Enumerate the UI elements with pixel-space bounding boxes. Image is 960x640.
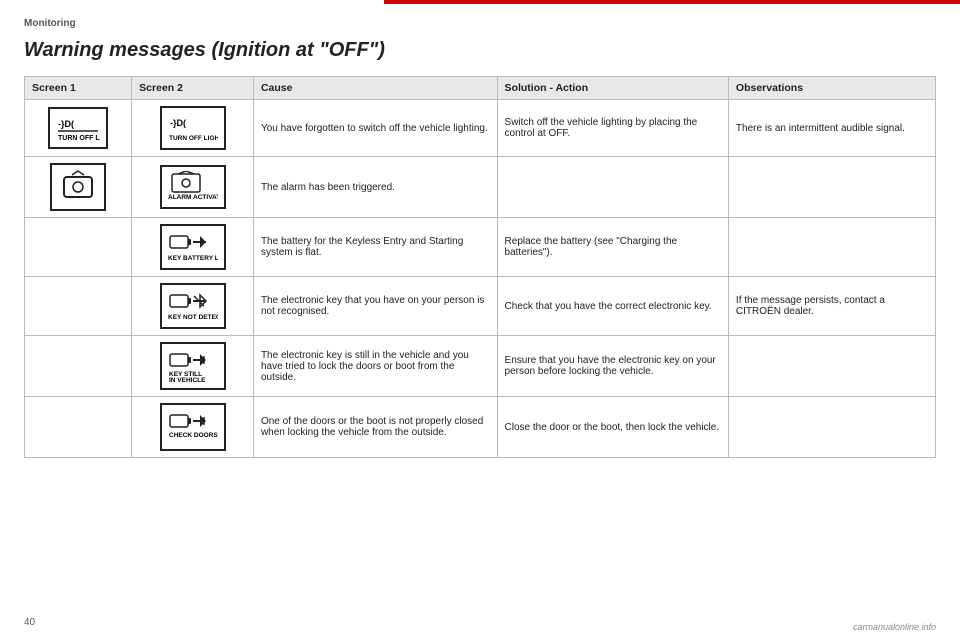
screen2-icon-box: -}D( TURN OFF LIGHTS bbox=[160, 106, 226, 150]
page-title: Warning messages (Ignition at "OFF") bbox=[24, 39, 936, 62]
screen1-icon-box bbox=[50, 163, 106, 211]
svg-text:KEY NOT DETECTED: KEY NOT DETECTED bbox=[168, 314, 218, 321]
cause-cell: The alarm has been triggered. bbox=[253, 157, 497, 218]
solution-cell: Replace the battery (see "Charging the b… bbox=[497, 218, 728, 277]
cause-cell: The electronic key is still in the vehic… bbox=[253, 336, 497, 397]
screen2-icon-box: ALARM ACTIVATING bbox=[160, 165, 226, 209]
solution-cell: Switch off the vehicle lighting by placi… bbox=[497, 100, 728, 157]
section-title: Monitoring bbox=[24, 18, 936, 29]
solution-cell: Ensure that you have the electronic key … bbox=[497, 336, 728, 397]
table-row: KEY STILL IN VEHICLE The electronic key … bbox=[25, 336, 936, 397]
watermark: carmanualonline.info bbox=[853, 622, 936, 632]
solution-cell: Close the door or the boot, then lock th… bbox=[497, 397, 728, 458]
observations-cell bbox=[728, 336, 935, 397]
observations-cell: There is an intermittent audible signal. bbox=[728, 100, 935, 157]
screen2-cell: ALARM ACTIVATING bbox=[132, 157, 254, 218]
screen1-cell bbox=[25, 397, 132, 458]
solution-cell: Check that you have the correct electron… bbox=[497, 277, 728, 336]
svg-text:ALARM ACTIVATING: ALARM ACTIVATING bbox=[168, 194, 218, 201]
svg-text:TURN OFF LIGHTS: TURN OFF LIGHTS bbox=[169, 135, 218, 142]
table-row: -}D( TURN OFF LIGHTS -}D( TURN OFF LIGHT… bbox=[25, 100, 936, 157]
screen1-icon-box: -}D( TURN OFF LIGHTS bbox=[48, 107, 108, 149]
svg-text:IN VEHICLE: IN VEHICLE bbox=[169, 377, 206, 382]
screen2-cell: KEY NOT DETECTED bbox=[132, 277, 254, 336]
screen2-icon-box: CHECK DOORS bbox=[160, 403, 226, 451]
screen2-cell: -}D( TURN OFF LIGHTS bbox=[132, 100, 254, 157]
table-row: KEY NOT DETECTED The electronic key that… bbox=[25, 277, 936, 336]
col-observations: Observations bbox=[728, 77, 935, 100]
table-row: ALARM ACTIVATING The alarm has been trig… bbox=[25, 157, 936, 218]
page-number: 40 bbox=[24, 617, 35, 628]
table-row: CHECK DOORS One of the doors or the boot… bbox=[25, 397, 936, 458]
screen2-cell: CHECK DOORS bbox=[132, 397, 254, 458]
screen2-icon-box: KEY BATTERY LOW bbox=[160, 224, 226, 270]
screen1-cell bbox=[25, 336, 132, 397]
observations-cell bbox=[728, 157, 935, 218]
svg-text:CHECK DOORS: CHECK DOORS bbox=[169, 432, 218, 439]
solution-cell bbox=[497, 157, 728, 218]
top-bar bbox=[384, 0, 960, 4]
table-row: KEY BATTERY LOW The battery for the Keyl… bbox=[25, 218, 936, 277]
cause-cell: The battery for the Keyless Entry and St… bbox=[253, 218, 497, 277]
col-cause: Cause bbox=[253, 77, 497, 100]
screen2-icon-box: KEY STILL IN VEHICLE bbox=[160, 342, 226, 390]
warning-table: Screen 1 Screen 2 Cause Solution - Actio… bbox=[24, 76, 936, 458]
screen1-cell: -}D( TURN OFF LIGHTS bbox=[25, 100, 132, 157]
observations-cell bbox=[728, 218, 935, 277]
col-screen1: Screen 1 bbox=[25, 77, 132, 100]
cause-cell: One of the doors or the boot is not prop… bbox=[253, 397, 497, 458]
col-solution: Solution - Action bbox=[497, 77, 728, 100]
screen2-icon-box: KEY NOT DETECTED bbox=[160, 283, 226, 329]
cause-cell: The electronic key that you have on your… bbox=[253, 277, 497, 336]
observations-cell: If the message persists, contact a CITRO… bbox=[728, 277, 935, 336]
cause-cell: You have forgotten to switch off the veh… bbox=[253, 100, 497, 157]
svg-text:KEY BATTERY LOW: KEY BATTERY LOW bbox=[168, 255, 218, 262]
svg-text:-}D(: -}D( bbox=[170, 118, 186, 128]
observations-cell bbox=[728, 397, 935, 458]
col-screen2: Screen 2 bbox=[132, 77, 254, 100]
screen1-cell bbox=[25, 157, 132, 218]
screen2-cell: KEY BATTERY LOW bbox=[132, 218, 254, 277]
screen2-cell: KEY STILL IN VEHICLE bbox=[132, 336, 254, 397]
screen1-cell bbox=[25, 218, 132, 277]
svg-text:TURN OFF LIGHTS: TURN OFF LIGHTS bbox=[58, 135, 100, 141]
screen1-cell bbox=[25, 277, 132, 336]
svg-text:-}D(: -}D( bbox=[58, 119, 74, 129]
